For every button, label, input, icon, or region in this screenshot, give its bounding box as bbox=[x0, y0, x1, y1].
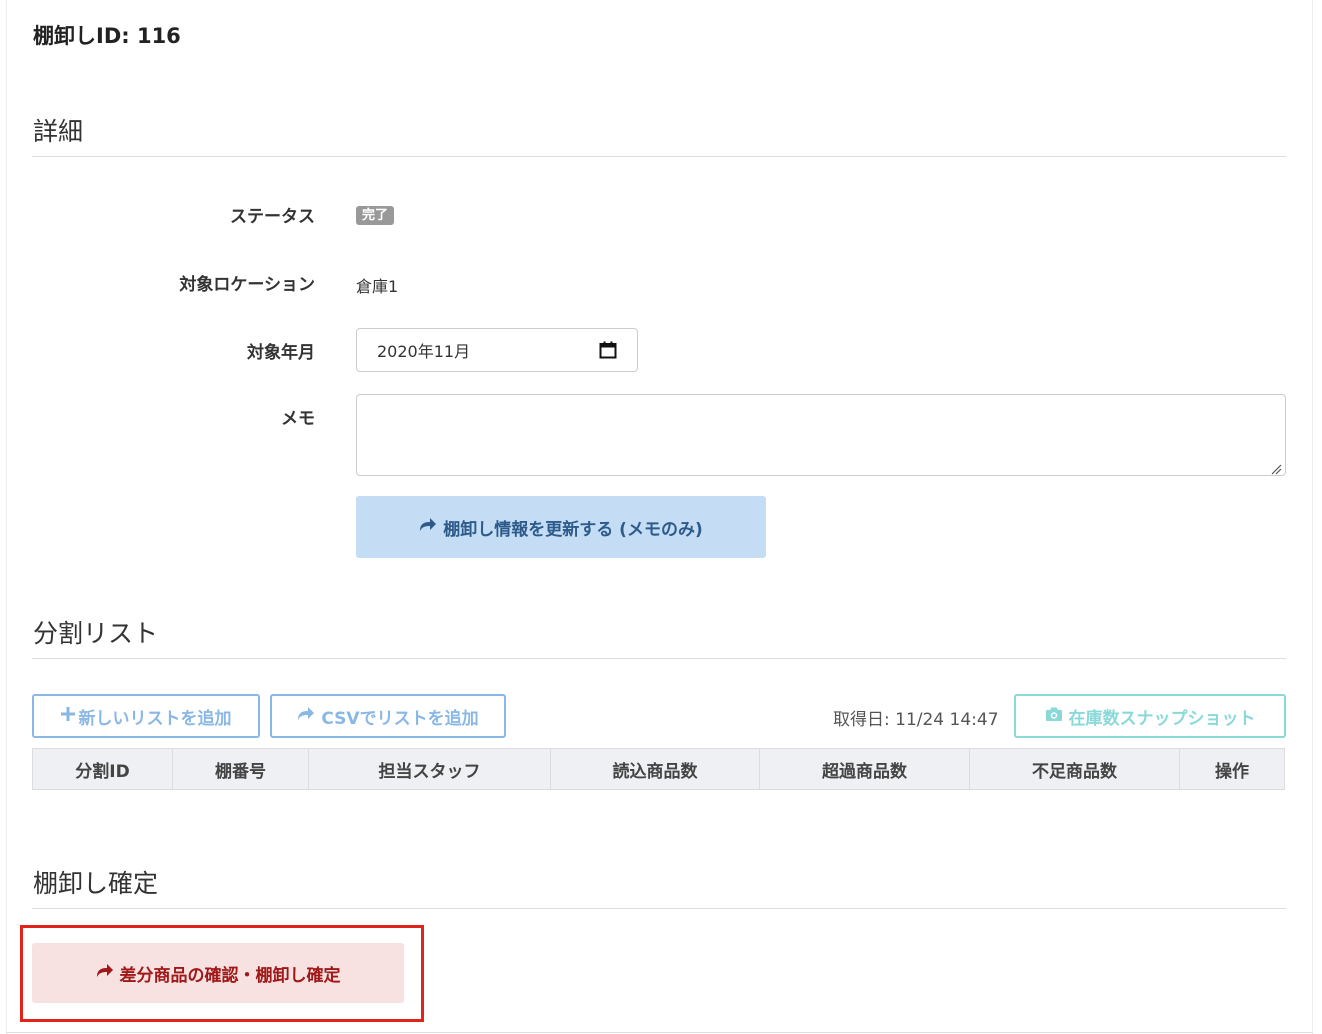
month-input-value: 2020年11月 bbox=[377, 342, 471, 361]
page-title: 棚卸しID: 116 bbox=[33, 24, 181, 48]
details-divider bbox=[32, 156, 1286, 157]
stock-snapshot-label: 在庫数スナップショット bbox=[1068, 708, 1256, 729]
highlight-box bbox=[20, 925, 424, 1022]
share-icon bbox=[419, 517, 437, 537]
calendar-icon[interactable] bbox=[599, 341, 617, 359]
column-header[interactable]: 棚番号 bbox=[173, 749, 309, 789]
add-list-button[interactable]: 新しいリストを追加 bbox=[32, 694, 260, 738]
split-list-divider bbox=[32, 658, 1286, 659]
column-header[interactable]: 操作 bbox=[1180, 749, 1284, 789]
split-list-heading: 分割リスト bbox=[33, 619, 159, 648]
csv-add-list-button[interactable]: CSVでリストを追加 bbox=[270, 694, 506, 738]
location-value: 倉庫1 bbox=[356, 277, 399, 296]
memo-label: メモ bbox=[281, 409, 315, 429]
column-header[interactable]: 担当スタッフ bbox=[309, 749, 551, 789]
details-heading: 詳細 bbox=[33, 117, 84, 146]
update-inventory-button[interactable]: 棚卸し情報を更新する (メモのみ) bbox=[356, 496, 766, 558]
column-header[interactable]: 分割ID bbox=[33, 749, 173, 789]
column-header[interactable]: 不足商品数 bbox=[970, 749, 1180, 789]
status-label: ステータス bbox=[230, 207, 315, 227]
memo-textarea[interactable] bbox=[356, 394, 1286, 476]
location-label: 対象ロケーション bbox=[179, 275, 315, 295]
confirm-heading: 棚卸し確定 bbox=[33, 869, 159, 898]
update-inventory-label: 棚卸し情報を更新する (メモのみ) bbox=[443, 519, 703, 540]
column-header[interactable]: 超過商品数 bbox=[760, 749, 970, 789]
split-list-table-header: 分割ID 棚番号 担当スタッフ 読込商品数 超過商品数 不足商品数 操作 bbox=[32, 748, 1285, 790]
confirm-divider bbox=[32, 908, 1286, 909]
camera-icon bbox=[1045, 706, 1063, 727]
resize-handle-icon[interactable] bbox=[1270, 460, 1282, 475]
month-label: 対象年月 bbox=[247, 343, 315, 363]
add-list-label: 新しいリストを追加 bbox=[78, 708, 232, 729]
status-badge: 完了 bbox=[356, 206, 395, 225]
plus-icon bbox=[60, 706, 75, 726]
column-header[interactable]: 読込商品数 bbox=[551, 749, 760, 789]
share-icon bbox=[297, 706, 315, 726]
csv-add-list-label: CSVでリストを追加 bbox=[321, 708, 479, 729]
stock-snapshot-button[interactable]: 在庫数スナップショット bbox=[1014, 694, 1286, 738]
fetch-date: 取得日: 11/24 14:47 bbox=[833, 710, 999, 730]
bottom-divider bbox=[6, 1032, 1313, 1033]
month-input[interactable]: 2020年11月 bbox=[356, 328, 638, 372]
